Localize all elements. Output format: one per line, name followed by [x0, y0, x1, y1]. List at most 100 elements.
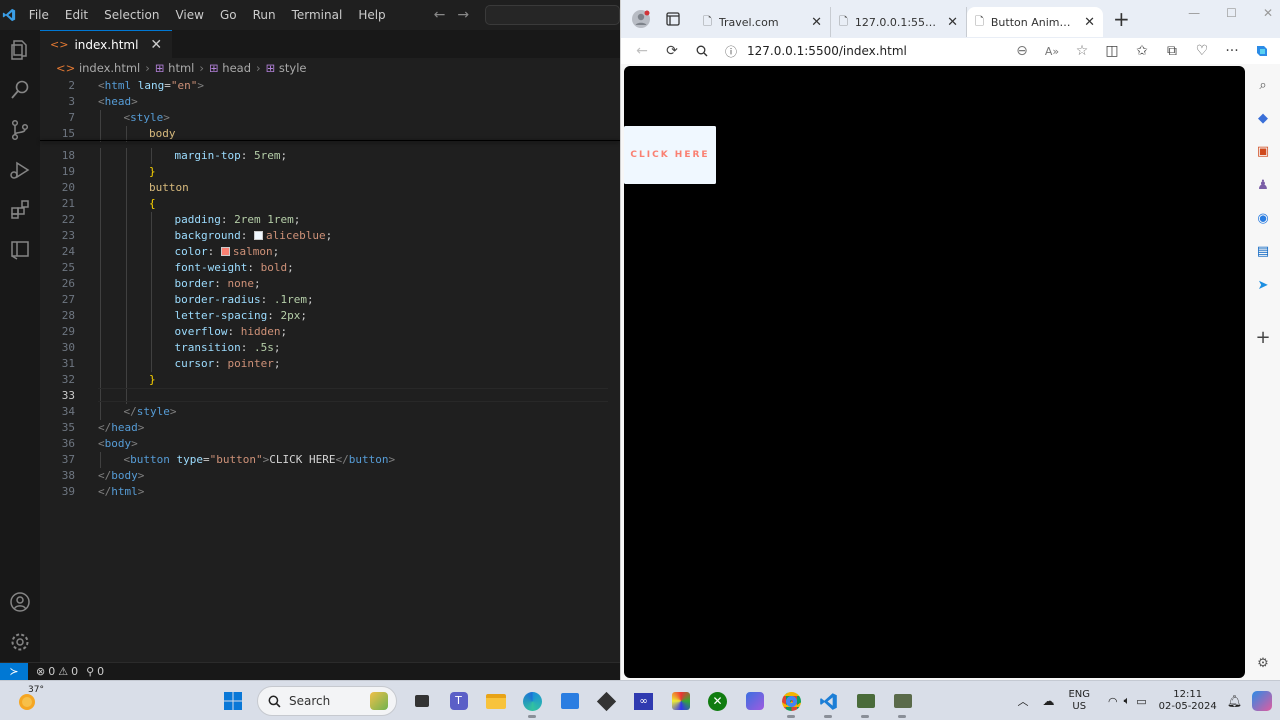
- weather-widget[interactable]: 37°: [14, 685, 44, 715]
- telegram-send-icon[interactable]: ➤: [1254, 276, 1272, 294]
- menu-selection[interactable]: Selection: [96, 0, 167, 30]
- unity-icon[interactable]: [588, 681, 625, 720]
- menu-go[interactable]: Go: [212, 0, 245, 30]
- menu-file[interactable]: File: [21, 0, 57, 30]
- code-line[interactable]: 35 </head>: [40, 420, 620, 436]
- vscode-taskbar-icon[interactable]: [810, 681, 847, 720]
- code-line[interactable]: 25 font-weight: bold;: [40, 260, 620, 276]
- back-arrow-icon[interactable]: ←: [434, 7, 446, 23]
- split-screen-icon[interactable]: ◫: [1097, 38, 1127, 64]
- code-editor[interactable]: 2 <html lang="en"> 3 <head> 7 <style> 15 body 18…: [40, 78, 620, 662]
- ports-indicator[interactable]: ⚲ 0: [86, 665, 104, 678]
- code-line[interactable]: 26 border: none;: [40, 276, 620, 292]
- browser-tab[interactable]: 🗋︎ Button Animation ✕: [967, 7, 1103, 37]
- edge-browser-icon[interactable]: [514, 681, 551, 720]
- forward-arrow-icon[interactable]: →: [457, 7, 469, 23]
- language-indicator[interactable]: ENG US: [1068, 689, 1090, 713]
- task-view-icon[interactable]: [403, 681, 440, 720]
- browser-essentials-icon[interactable]: ♡: [1187, 38, 1217, 64]
- search-icon[interactable]: [687, 38, 717, 64]
- code-line[interactable]: 3 <head>: [40, 94, 620, 110]
- menu-run[interactable]: Run: [245, 0, 284, 30]
- tab-index-html[interactable]: <> index.html ✕: [40, 30, 173, 58]
- code-line[interactable]: 23 background: aliceblue;: [40, 228, 620, 244]
- shopping-tag-icon[interactable]: ◆: [1254, 109, 1272, 127]
- breadcrumb-item[interactable]: <> index.html: [56, 61, 140, 75]
- copilot-icon[interactable]: [1247, 38, 1277, 64]
- accounts-icon[interactable]: [8, 590, 32, 614]
- code-line[interactable]: 39 </html>: [40, 484, 620, 500]
- breadcrumb-item[interactable]: ⊞ style: [266, 61, 307, 75]
- color-swatch-icon[interactable]: [253, 231, 263, 240]
- battery-icon[interactable]: ▭: [1136, 695, 1146, 708]
- code-line[interactable]: 20 button: [40, 180, 620, 196]
- code-line[interactable]: 28 letter-spacing: 2px;: [40, 308, 620, 324]
- close-tab-icon[interactable]: ✕: [1084, 15, 1095, 30]
- start-windows-icon[interactable]: [214, 681, 251, 720]
- code-line[interactable]: 30 transition: .5s;: [40, 340, 620, 356]
- code-line[interactable]: 22 padding: 2rem 1rem;: [40, 212, 620, 228]
- close-tab-icon[interactable]: ✕: [150, 37, 162, 53]
- maximize-icon[interactable]: ☐: [1226, 6, 1237, 20]
- add-sidebar-app-icon[interactable]: +: [1254, 327, 1272, 348]
- teams-icon[interactable]: T: [440, 681, 477, 720]
- code-line[interactable]: 18 margin-top: 5rem;: [40, 148, 620, 164]
- copilot-tray-icon[interactable]: [1252, 691, 1272, 711]
- close-window-icon[interactable]: ✕: [1263, 6, 1273, 20]
- code-line[interactable]: 34 </style>: [40, 404, 620, 420]
- volume-icon[interactable]: 🔈︎: [1124, 694, 1131, 708]
- run-debug-icon[interactable]: [8, 158, 32, 182]
- chrome-icon[interactable]: [773, 681, 810, 720]
- search-icon[interactable]: [8, 78, 32, 102]
- onedrive-icon[interactable]: ☁: [1042, 694, 1054, 708]
- remote-indicator-icon[interactable]: ≻: [0, 662, 28, 681]
- tools-briefcase-icon[interactable]: ▣: [1254, 142, 1272, 160]
- close-tab-icon[interactable]: ✕: [947, 15, 958, 30]
- copilot-app-icon[interactable]: [736, 681, 773, 720]
- code-line[interactable]: 21 {: [40, 196, 620, 212]
- visual-studio-icon[interactable]: ∞: [625, 681, 662, 720]
- more-menu-icon[interactable]: ···: [1217, 38, 1247, 64]
- read-aloud-icon[interactable]: A»: [1037, 38, 1067, 64]
- sidebar-search-icon[interactable]: ⌕: [1254, 76, 1272, 94]
- explorer-icon[interactable]: [8, 38, 32, 62]
- file-explorer-icon[interactable]: [477, 681, 514, 720]
- refresh-icon[interactable]: ⟳: [657, 38, 687, 64]
- store-icon[interactable]: [551, 681, 588, 720]
- menu-view[interactable]: View: [167, 0, 211, 30]
- close-tab-icon[interactable]: ✕: [811, 15, 822, 30]
- colorful-app-icon[interactable]: [662, 681, 699, 720]
- code-line[interactable]: 29 overflow: hidden;: [40, 324, 620, 340]
- code-line[interactable]: 24 color: salmon;: [40, 244, 620, 260]
- breadcrumb-item[interactable]: ⊞ head: [209, 61, 251, 75]
- menu-terminal[interactable]: Terminal: [284, 0, 351, 30]
- tray-overflow-icon[interactable]: ︿: [1017, 693, 1028, 709]
- new-tab-icon[interactable]: +: [1113, 7, 1130, 31]
- info-icon[interactable]: ⓘ: [725, 43, 737, 60]
- breadcrumb-item[interactable]: ⊞ html: [155, 61, 195, 75]
- code-line[interactable]: 31 cursor: pointer;: [40, 356, 620, 372]
- tab-actions-icon[interactable]: [659, 5, 687, 33]
- color-swatch-icon[interactable]: [220, 247, 230, 256]
- code-line[interactable]: 27 border-radius: .1rem;: [40, 292, 620, 308]
- taskbar-search[interactable]: Search: [257, 686, 397, 716]
- problems-indicator[interactable]: ⊗ 0 ⚠ 0: [36, 665, 78, 678]
- menu-help[interactable]: Help: [350, 0, 393, 30]
- remote-explorer-icon[interactable]: [8, 238, 32, 262]
- xbox-icon[interactable]: ✕: [699, 681, 736, 720]
- browser-tab[interactable]: 🗋︎ 127.0.0.1:5500/index.html ✕: [831, 7, 967, 37]
- code-line[interactable]: 37 <button type="button">CLICK HERE</butt…: [40, 452, 620, 468]
- code-line[interactable]: 36 <body>: [40, 436, 620, 452]
- url-bar[interactable]: ⓘ 127.0.0.1:5500/index.html: [725, 43, 1005, 60]
- wifi-icon[interactable]: ◠: [1108, 695, 1118, 708]
- code-line[interactable]: 19}: [40, 164, 620, 180]
- collections-icon[interactable]: ⧉: [1157, 38, 1187, 64]
- code-line[interactable]: 38 </body>: [40, 468, 620, 484]
- microsoft-365-icon[interactable]: ◉: [1254, 209, 1272, 227]
- source-control-icon[interactable]: [8, 118, 32, 142]
- sidebar-settings-icon[interactable]: ⚙: [1254, 654, 1272, 672]
- favorite-star-icon[interactable]: ☆: [1067, 38, 1097, 64]
- code-line[interactable]: 7 <style>: [40, 110, 620, 126]
- app-icon-2[interactable]: [884, 681, 921, 720]
- back-icon[interactable]: ←: [627, 38, 657, 64]
